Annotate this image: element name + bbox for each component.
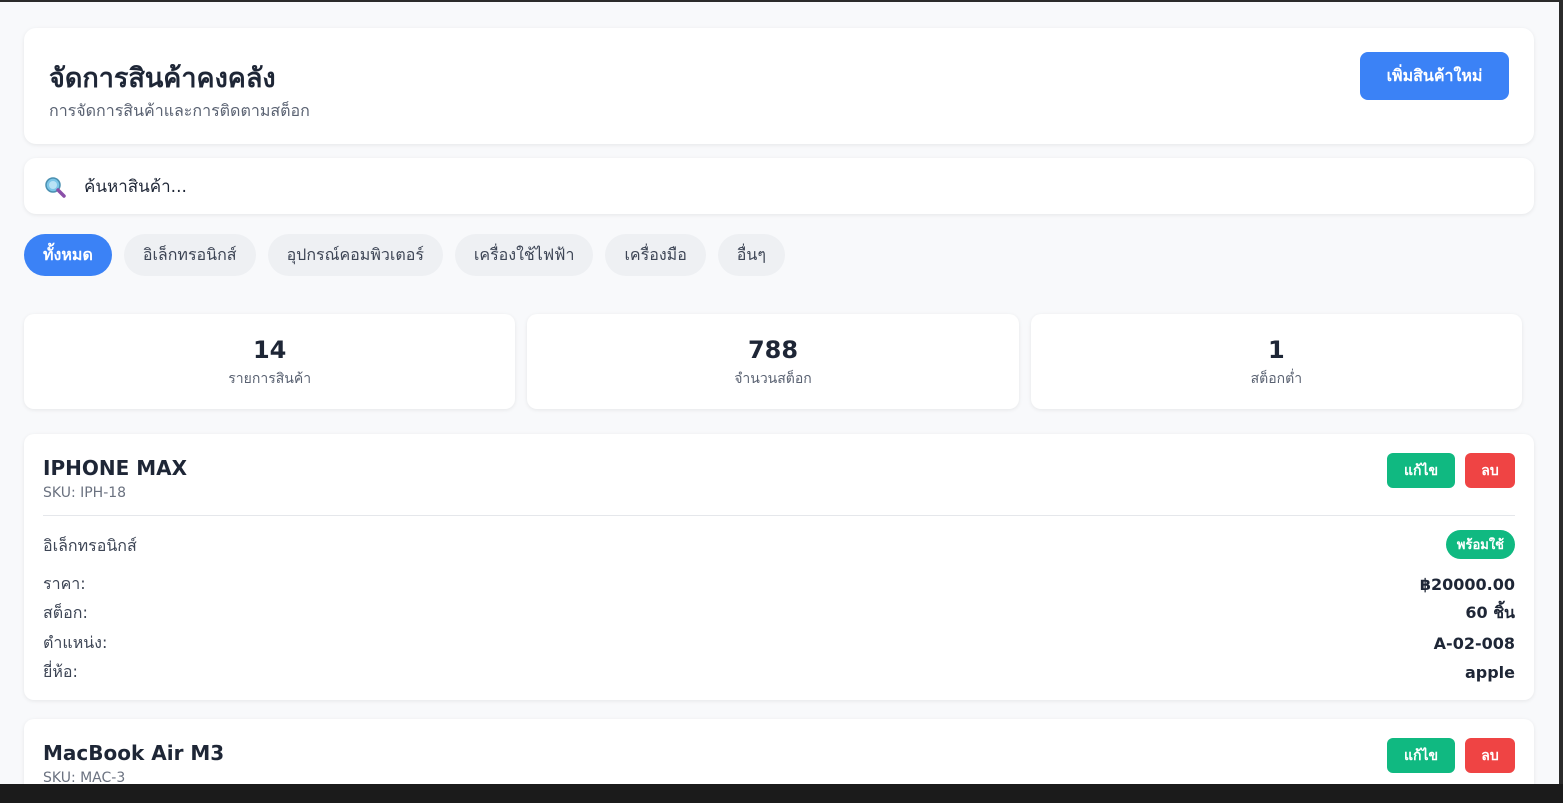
detail-label: ตำแหน่ง:	[43, 632, 108, 652]
stat-card-low-stock: 1 สต็อกต่ำ	[1030, 314, 1522, 409]
window-border-top	[0, 0, 1563, 2]
detail-value: 60 ชิ้น	[1465, 602, 1515, 622]
product-card: IPHONE MAX SKU: IPH-18 แก้ไข ลบ อิเล็กทร…	[24, 434, 1534, 700]
filter-chip-tools[interactable]: เครื่องมือ	[605, 234, 706, 276]
stat-value: 1	[1267, 336, 1285, 364]
edit-button[interactable]: แก้ไข	[1387, 738, 1455, 773]
product-name: MacBook Air M3	[43, 741, 225, 765]
delete-button[interactable]: ลบ	[1465, 453, 1515, 488]
detail-row-stock: สต็อก: 60 ชิ้น	[43, 601, 1515, 625]
detail-label: ราคา:	[43, 573, 86, 593]
stat-label: สต็อกต่ำ	[1250, 371, 1303, 387]
filter-chip-computer-equipment[interactable]: อุปกรณ์คอมพิวเตอร์	[267, 234, 443, 276]
filter-chip-electronics[interactable]: อิเล็กทรอนิกส์	[123, 234, 256, 276]
window-border-right	[1559, 0, 1563, 803]
detail-value: ฿20000.00	[1419, 574, 1515, 594]
search-input[interactable]	[82, 168, 1506, 206]
header-card: จัดการสินค้าคงคลัง การจัดการสินค้าและการ…	[24, 28, 1534, 144]
edit-button[interactable]: แก้ไข	[1387, 453, 1455, 488]
stat-label: จำนวนสต็อก	[734, 371, 812, 387]
detail-row-price: ราคา: ฿20000.00	[43, 572, 1515, 596]
stat-value: 14	[252, 336, 287, 364]
detail-value: A-02-008	[1433, 633, 1515, 653]
filter-chip-all[interactable]: ทั้งหมด	[24, 234, 112, 276]
status-badge: พร้อมใช้	[1445, 530, 1515, 559]
stat-card-items: 14 รายการสินค้า	[24, 314, 516, 409]
delete-button[interactable]: ลบ	[1465, 738, 1515, 773]
detail-row-location: ตำแหน่ง: A-02-008	[43, 631, 1515, 655]
detail-label: ยี่ห้อ:	[43, 661, 78, 681]
product-category: อิเล็กทรอนิกส์	[43, 536, 137, 555]
filter-chip-appliances[interactable]: เครื่องใช้ไฟฟ้า	[454, 234, 594, 276]
search-icon	[45, 177, 66, 198]
detail-row-brand: ยี่ห้อ: apple	[43, 660, 1515, 684]
stat-label: รายการสินค้า	[228, 371, 312, 387]
product-name: IPHONE MAX	[43, 456, 188, 480]
product-sku: SKU: IPH-18	[43, 485, 127, 501]
search-bar	[24, 158, 1534, 214]
add-product-button[interactable]: เพิ่มสินค้าใหม่	[1360, 52, 1509, 100]
detail-value: apple	[1464, 662, 1515, 682]
page-subtitle: การจัดการสินค้าและการติดตามสต็อก	[49, 101, 310, 120]
stat-value: 788	[747, 336, 799, 364]
category-filters: ทั้งหมด อิเล็กทรอนิกส์ อุปกรณ์คอมพิวเตอร…	[24, 234, 785, 276]
page-title: จัดการสินค้าคงคลัง	[49, 63, 276, 94]
filter-chip-other[interactable]: อื่นๆ	[717, 234, 785, 276]
divider	[43, 515, 1515, 516]
stats-row: 14 รายการสินค้า 788 จำนวนสต็อก 1 สต็อกต่…	[24, 314, 1522, 409]
detail-label: สต็อก:	[43, 602, 88, 622]
stat-card-stock: 788 จำนวนสต็อก	[527, 314, 1019, 409]
window-border-bottom	[0, 784, 1563, 803]
